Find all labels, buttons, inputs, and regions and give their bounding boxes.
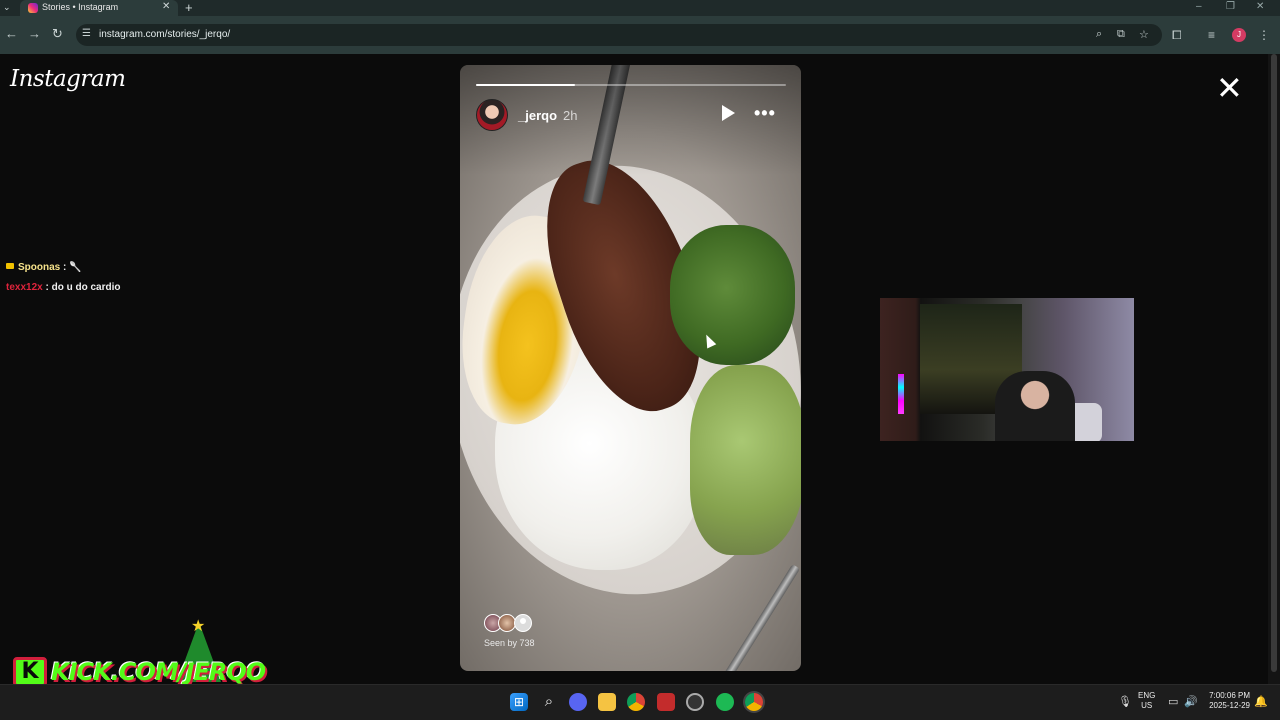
clock-date: 2025-12-29 (1209, 701, 1250, 710)
apps-icon[interactable] (686, 693, 704, 711)
new-tab-button[interactable]: + (185, 0, 193, 15)
chat-separator: : (60, 262, 70, 273)
address-bar[interactable]: ☰ instagram.com/stories/_jerqo/ ⌕ ⧉ ☆ (76, 24, 1162, 46)
seen-by-count[interactable]: Seen by 738 (484, 638, 535, 648)
chat-separator: : (42, 282, 52, 293)
story-top-gradient (460, 65, 801, 175)
star-icon: ★ (191, 618, 206, 635)
chat-message: texx12x : do u do cardio (6, 282, 120, 293)
spotify-icon[interactable] (716, 693, 734, 711)
story-time-ago: 2h (563, 108, 578, 123)
kick-branding: K KICK.COM/JERQO (13, 657, 266, 687)
reload-button[interactable]: ↻ (52, 26, 63, 42)
chrome-active-icon[interactable] (745, 693, 763, 711)
site-info-icon[interactable]: ☰ (82, 28, 91, 39)
search-icon[interactable]: ⌕ (540, 693, 558, 711)
start-icon[interactable]: ⊞ (510, 693, 528, 711)
webcam-overlay (880, 298, 1134, 441)
bookmark-star-icon[interactable]: ☆ (1139, 28, 1149, 41)
notification-icon[interactable]: 🔔 (1254, 695, 1268, 708)
chat-text: do u do cardio (51, 282, 121, 293)
tab-list-icon[interactable]: ⌄ (3, 2, 11, 13)
tab-close-icon[interactable]: ✕ (162, 1, 170, 12)
story-photo-avocado (690, 365, 801, 555)
tab-strip: ⌄ Stories • Instagram ✕ + – ❐ ✕ (0, 0, 1280, 16)
instagram-favicon-icon (28, 3, 38, 13)
windows-taskbar: ⊞ ⌕ 🎙 ENG US ▭ 🔊 7:00:06 PM 2025-12-29 🔔 (0, 684, 1280, 720)
chat-message: Spoonas : 🥄 (6, 262, 82, 273)
profile-avatar[interactable]: J (1232, 28, 1246, 42)
stream-app-icon[interactable] (657, 693, 675, 711)
clock-time: 7:00:06 PM (1209, 691, 1250, 700)
story-progress-bar (476, 84, 786, 86)
tab-instagram-stories[interactable]: Stories • Instagram ✕ (20, 0, 178, 16)
chrome-icon[interactable] (627, 693, 645, 711)
volume-icon[interactable]: 🔊 (1184, 695, 1198, 708)
file-explorer-icon[interactable] (598, 693, 616, 711)
webcam-person (995, 371, 1075, 441)
story-progress-fill (476, 84, 576, 86)
maximize-button[interactable]: ❐ (1226, 1, 1235, 12)
story-card[interactable]: _jerqo 2h ••• Seen by 738 (460, 65, 801, 671)
forward-button[interactable]: → (28, 26, 41, 41)
chat-text: 🥄 (69, 262, 82, 273)
menu-icon[interactable]: ⋮ (1258, 28, 1270, 42)
viewer-avatar[interactable] (514, 614, 532, 632)
page-scrollbar[interactable] (1268, 54, 1280, 684)
story-username[interactable]: _jerqo (518, 108, 557, 123)
system-clock[interactable]: 7:00:06 PM 2025-12-29 (1200, 691, 1250, 711)
minimize-button[interactable]: – (1196, 1, 1202, 12)
kick-logo-icon: K (13, 657, 47, 687)
instagram-story-viewer: Instagram ✕ Spoonas : 🥄 texx12x : do u d… (0, 54, 1268, 684)
story-photo-broccoli (670, 225, 795, 365)
chat-username: texx12x (6, 282, 43, 293)
back-button[interactable]: ← (5, 26, 18, 41)
keyboard-region: US (1141, 701, 1153, 710)
close-story-button[interactable]: ✕ (1216, 72, 1243, 104)
url-text[interactable]: instagram.com/stories/_jerqo/ (99, 29, 230, 40)
microphone-icon[interactable]: 🎙 (1118, 695, 1132, 708)
kick-url-text: KICK.COM/JERQO (51, 658, 266, 686)
cast-icon[interactable]: ⧉ (1117, 28, 1125, 41)
discord-icon[interactable] (569, 693, 587, 711)
play-icon[interactable] (722, 105, 735, 121)
zoom-icon[interactable]: ⌕ (1096, 28, 1102, 41)
extensions-icon[interactable]: ⧠ (1172, 28, 1182, 43)
story-author-avatar[interactable] (476, 99, 508, 131)
browser-toolbar: ← → ↻ ☰ instagram.com/stories/_jerqo/ ⌕ … (0, 16, 1280, 54)
tab-title: Stories • Instagram (42, 2, 119, 12)
instagram-logo[interactable]: Instagram (10, 66, 126, 92)
story-photo-knife (712, 564, 801, 671)
media-icon[interactable]: ≡ (1208, 28, 1215, 42)
chat-username: Spoonas (18, 262, 61, 273)
language-indicator[interactable]: ENG US (1138, 691, 1155, 711)
close-window-button[interactable]: ✕ (1256, 1, 1264, 12)
network-icon[interactable]: ▭ (1168, 695, 1178, 708)
sub-badge-icon (6, 263, 14, 269)
webcam-rgb-light (898, 374, 904, 414)
language-code: ENG (1138, 691, 1156, 700)
more-options-icon[interactable]: ••• (754, 103, 776, 124)
scroll-thumb[interactable] (1271, 54, 1277, 672)
